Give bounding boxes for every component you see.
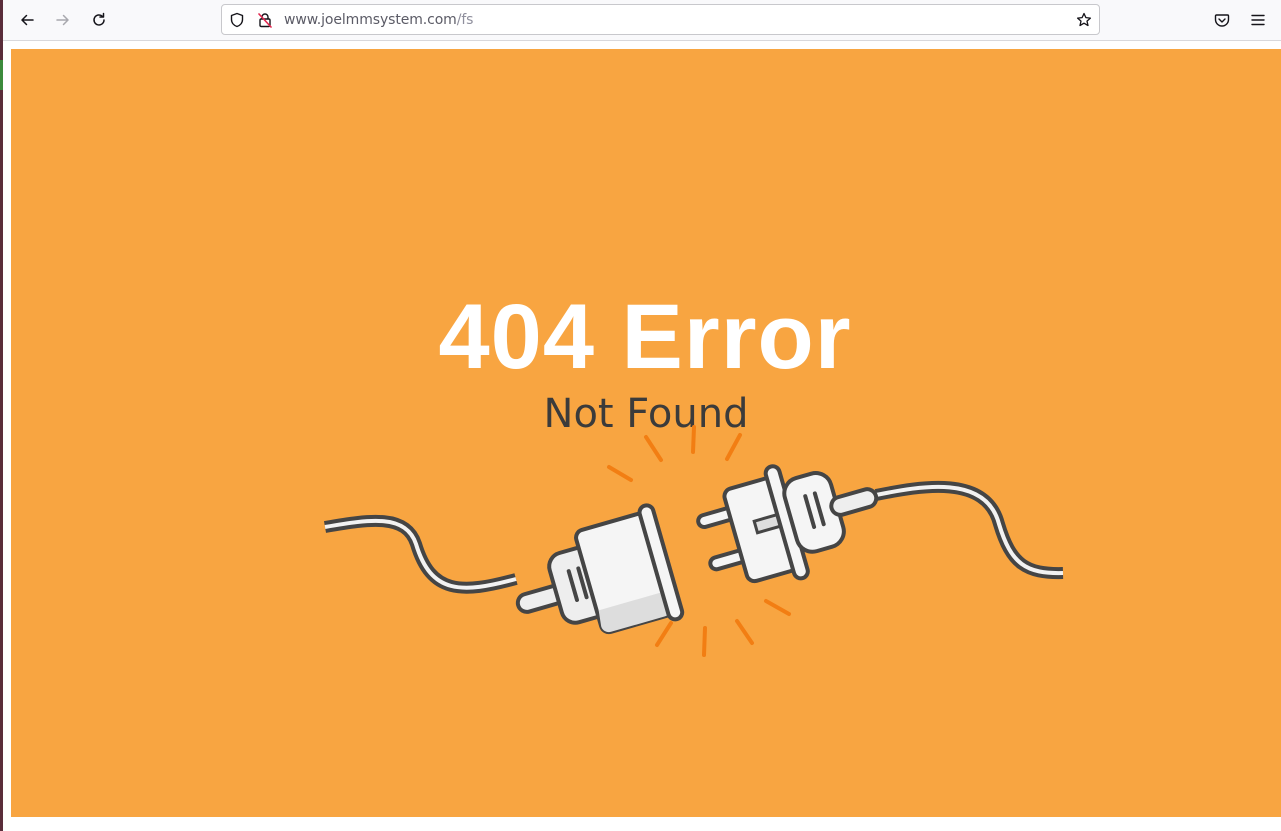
address-bar[interactable]: www.joelmmsystem.com/fs (221, 4, 1100, 35)
arrow-left-icon (21, 14, 34, 26)
url-path: /fs (456, 12, 474, 28)
hamburger-menu-icon (1251, 14, 1265, 26)
back-button[interactable] (13, 6, 41, 34)
arrow-right-icon (56, 14, 69, 26)
content-gap (3, 41, 1281, 49)
reload-button[interactable] (85, 6, 113, 34)
right-cable (874, 480, 1064, 580)
reload-icon (93, 12, 105, 26)
right-plug (696, 464, 879, 584)
left-cable (323, 514, 518, 594)
left-plug (515, 503, 685, 635)
forward-button[interactable] (49, 6, 77, 34)
shield-icon[interactable] (228, 11, 246, 29)
browser-toolbar: www.joelmmsystem.com/fs (3, 0, 1281, 41)
url-host: www.joelmmsystem.com (284, 12, 457, 28)
browser-window: www.joelmmsystem.com/fs 404 Error Not Fo… (0, 0, 1281, 831)
url-text[interactable]: www.joelmmsystem.com/fs (284, 12, 473, 28)
error-page: 404 Error Not Found (11, 49, 1281, 817)
unplugged-power-plug-icon (323, 425, 1064, 657)
pocket-icon (1214, 14, 1230, 27)
menu-button[interactable] (1244, 6, 1272, 34)
pocket-button[interactable] (1208, 6, 1236, 34)
insecure-lock-icon[interactable] (256, 11, 274, 29)
star-icon[interactable] (1075, 11, 1093, 29)
